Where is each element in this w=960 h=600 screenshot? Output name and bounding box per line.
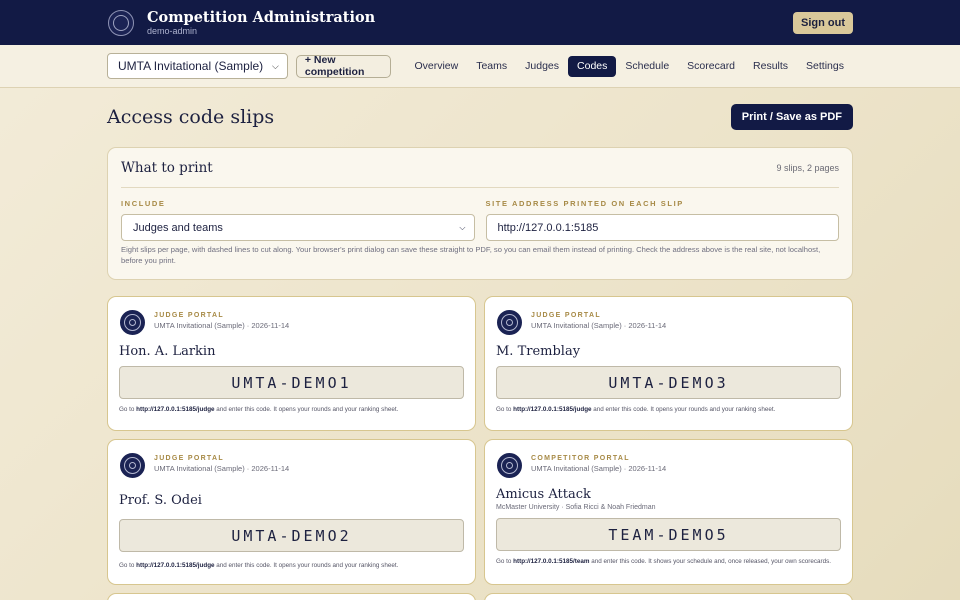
seal-icon xyxy=(120,310,145,335)
code-slip: COMPETITOR PORTAL UMTA Invitational (Sam… xyxy=(484,439,853,585)
competition-select[interactable]: UMTA Invitational (Sample) ⌵ xyxy=(107,53,288,79)
team-details: McMaster University · Sofia Ricci & Noah… xyxy=(496,504,656,511)
code-slip: JUDGE PORTAL UMTA Invitational (Sample) … xyxy=(107,439,476,585)
tab-schedule[interactable]: Schedule xyxy=(616,56,678,77)
app-title: Competition Administration xyxy=(147,8,376,26)
print-options-panel: What to print 9 slips, 2 pages INCLUDE J… xyxy=(107,147,853,280)
code-slip xyxy=(484,593,853,600)
slip-name: Prof. S. Odei xyxy=(119,493,202,508)
help-text: Eight slips per page, with dashed lines … xyxy=(121,245,821,265)
tab-overview[interactable]: Overview xyxy=(405,56,467,77)
seal-icon xyxy=(497,310,522,335)
chevron-down-icon: ⌵ xyxy=(459,222,466,232)
print-button[interactable]: Print / Save as PDF xyxy=(730,104,853,130)
tab-bar: Overview Teams Judges Codes Schedule Sco… xyxy=(405,55,853,77)
new-competition-button[interactable]: + New competition xyxy=(295,54,392,78)
top-bar: Competition Administration demo-admin Si… xyxy=(0,0,960,45)
slip-instructions: Go to http://127.0.0.1:5185/team and ent… xyxy=(496,558,831,565)
nav-bar: UMTA Invitational (Sample) ⌵ + New compe… xyxy=(0,45,960,88)
seal-icon xyxy=(120,453,145,478)
slip-name: Amicus Attack xyxy=(496,487,591,502)
include-select[interactable]: Judges and teams ⌵ xyxy=(121,214,475,241)
brand: Competition Administration demo-admin xyxy=(108,9,375,37)
username: demo-admin xyxy=(147,25,198,36)
site-address-value: http://127.0.0.1:5185 xyxy=(497,221,599,234)
slip-name: Hon. A. Larkin xyxy=(119,344,216,359)
portal-label: COMPETITOR PORTAL xyxy=(531,455,630,462)
slip-instructions: Go to http://127.0.0.1:5185/judge and en… xyxy=(496,406,776,413)
page-title: Access code slips xyxy=(107,106,275,128)
access-code: TEAM-DEMO5 xyxy=(496,518,841,551)
tab-scorecard[interactable]: Scorecard xyxy=(678,56,744,77)
site-address-label: SITE ADDRESS PRINTED ON EACH SLIP xyxy=(485,199,684,208)
site-address-input[interactable]: http://127.0.0.1:5185 xyxy=(485,214,839,241)
sign-out-button[interactable]: Sign out xyxy=(793,11,853,34)
slip-name: M. Tremblay xyxy=(496,344,581,359)
access-code: UMTA-DEMO2 xyxy=(119,519,464,552)
competition-line: UMTA Invitational (Sample) · 2026-11-14 xyxy=(531,464,667,473)
competition-line: UMTA Invitational (Sample) · 2026-11-14 xyxy=(531,321,667,330)
panel-title: What to print xyxy=(121,159,213,176)
access-code: UMTA-DEMO1 xyxy=(119,366,464,399)
seal-icon xyxy=(497,453,522,478)
tab-settings[interactable]: Settings xyxy=(797,56,853,77)
code-slip: JUDGE PORTAL UMTA Invitational (Sample) … xyxy=(107,296,476,431)
include-label: INCLUDE xyxy=(121,199,166,208)
slip-instructions: Go to http://127.0.0.1:5185/judge and en… xyxy=(119,406,399,413)
access-code: UMTA-DEMO3 xyxy=(496,366,841,399)
portal-label: JUDGE PORTAL xyxy=(154,312,224,319)
code-slip: JUDGE PORTAL UMTA Invitational (Sample) … xyxy=(484,296,853,431)
tab-judges[interactable]: Judges xyxy=(516,56,568,77)
chevron-down-icon: ⌵ xyxy=(272,60,279,71)
tab-results[interactable]: Results xyxy=(744,56,797,77)
competition-line: UMTA Invitational (Sample) · 2026-11-14 xyxy=(154,464,290,473)
slip-instructions: Go to http://127.0.0.1:5185/judge and en… xyxy=(119,562,399,569)
competition-select-value: UMTA Invitational (Sample) xyxy=(118,59,264,73)
code-slip xyxy=(107,593,476,600)
slip-count: 9 slips, 2 pages xyxy=(776,162,839,173)
tab-codes[interactable]: Codes xyxy=(568,55,617,77)
portal-label: JUDGE PORTAL xyxy=(154,455,224,462)
competition-line: UMTA Invitational (Sample) · 2026-11-14 xyxy=(154,321,290,330)
portal-label: JUDGE PORTAL xyxy=(531,312,601,319)
tab-teams[interactable]: Teams xyxy=(467,56,516,77)
include-select-value: Judges and teams xyxy=(133,221,223,234)
page-header: Access code slips Print / Save as PDF xyxy=(107,104,853,130)
seal-logo-icon xyxy=(108,9,134,36)
